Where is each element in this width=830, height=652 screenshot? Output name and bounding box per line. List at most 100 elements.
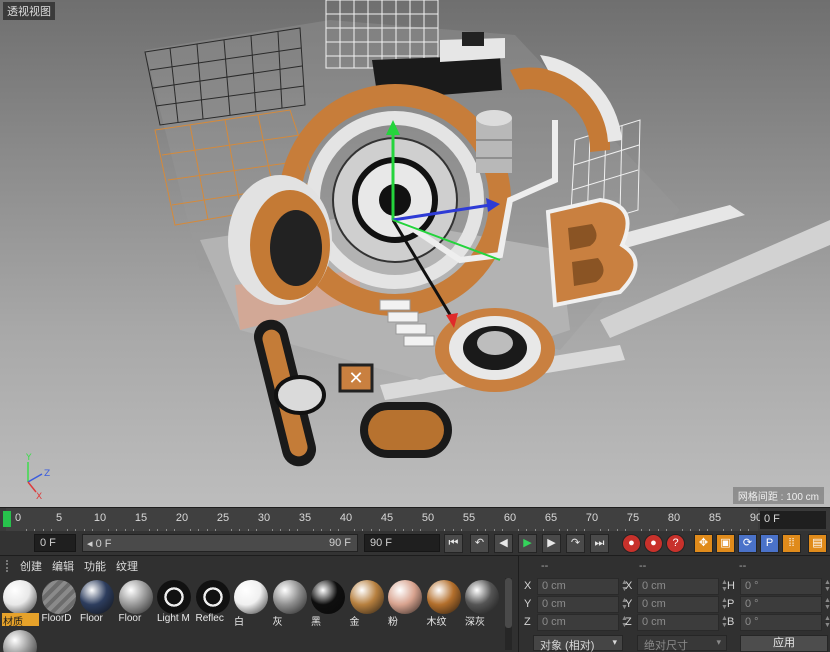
material-swatch[interactable]: Light M: [156, 578, 192, 626]
material-swatch[interactable]: Reflec: [195, 578, 231, 626]
position-axis-label: Z: [524, 616, 531, 628]
coordinate-mode-dropdown[interactable]: 对象 (相对) ▾: [533, 635, 623, 652]
panel-grip-icon[interactable]: [6, 560, 10, 572]
material-swatch-partial[interactable]: [2, 628, 38, 652]
size-value-field[interactable]: 0 cm: [637, 596, 719, 613]
record-key-button[interactable]: ●: [622, 534, 641, 553]
material-label: 白: [234, 617, 244, 626]
material-swatch[interactable]: 灰: [272, 578, 308, 626]
material-menu-item[interactable]: 创建: [20, 558, 42, 574]
material-swatch[interactable]: Floor: [118, 578, 154, 626]
preview-range-slider[interactable]: ◂ 0 F 90 F: [82, 534, 358, 552]
axis-z-label: Z: [44, 469, 50, 479]
material-menu-item[interactable]: 编辑: [52, 558, 74, 574]
material-swatch[interactable]: 深灰: [464, 578, 500, 626]
timeline-tick-label: 50: [421, 512, 435, 524]
material-preview-sphere: [349, 580, 384, 614]
playhead[interactable]: [3, 511, 11, 527]
point-level-icon[interactable]: ⁞⁞: [782, 534, 801, 553]
size-value-field[interactable]: 0 cm: [637, 578, 719, 595]
material-label: 材质: [2, 613, 39, 626]
next-frame-button[interactable]: ▶: [542, 534, 561, 553]
timeline-tick-label: 5: [55, 512, 63, 524]
rotation-value-field[interactable]: 0 °: [740, 578, 822, 595]
material-menu-item[interactable]: 纹理: [116, 558, 138, 574]
material-preview-sphere: [311, 580, 345, 614]
size-mode-dropdown[interactable]: 绝对尺寸 ▾: [637, 635, 727, 652]
size-axis-label: Z: [625, 616, 632, 628]
material-menu-bar: 创建 编辑 功能 纹理: [0, 556, 518, 576]
material-label: 灰: [272, 617, 283, 626]
size-axis-label: Y: [625, 598, 633, 610]
move-key-icon[interactable]: ✥: [694, 534, 713, 553]
scrollbar-thumb[interactable]: [505, 578, 512, 628]
position-value-field[interactable]: 0 cm: [537, 596, 619, 613]
material-preview-sphere: [426, 580, 461, 614]
material-manager: 创建 编辑 功能 纹理 材质 FloorD Floor Floor Light M Reflec…: [0, 555, 518, 652]
material-scrollbar[interactable]: [505, 578, 512, 650]
material-swatch[interactable]: Floor: [79, 578, 115, 626]
go-to-end-button[interactable]: ⏭: [590, 534, 609, 553]
spinner-arrows-icon[interactable]: ▲ ▼: [824, 615, 830, 630]
viewport-title[interactable]: 透视视图: [3, 2, 55, 20]
material-preview-sphere: [157, 580, 191, 614]
range-start-label: ◂ 0 F: [87, 538, 112, 550]
timeline-window-icon[interactable]: ▤: [808, 534, 827, 553]
rotation-value-field[interactable]: 0 °: [740, 596, 822, 613]
timeline-ruler[interactable]: 0 5 10 15 20 25 30 35 40 45 50 55 60 65 70 75 80 85 90: [6, 508, 762, 532]
prev-frame-button[interactable]: ◀: [494, 534, 513, 553]
scale-key-icon[interactable]: ▣: [716, 534, 735, 553]
next-key-button[interactable]: ↷: [566, 534, 585, 553]
material-preview-sphere: [3, 580, 37, 614]
timeline-tick-label: 25: [216, 512, 230, 524]
material-label: 金: [349, 617, 360, 626]
spinner-arrows-icon[interactable]: ▲ ▼: [824, 579, 830, 594]
size-value-field[interactable]: 0 cm: [637, 614, 719, 631]
material-label: Reflec: [195, 613, 224, 624]
play-button[interactable]: ▶: [518, 534, 537, 553]
rotation-value-field[interactable]: 0 °: [740, 614, 822, 631]
material-preview-sphere: [272, 580, 307, 614]
svg-text:✕: ✕: [348, 368, 363, 389]
rotation-axis-label: B: [727, 616, 735, 628]
material-swatch[interactable]: 金: [349, 578, 385, 626]
position-value-field[interactable]: 0 cm: [537, 614, 619, 631]
spinner-arrows-icon[interactable]: ▲ ▼: [824, 597, 830, 612]
material-swatch[interactable]: 黑: [310, 578, 346, 626]
material-menu-item[interactable]: 功能: [84, 558, 106, 574]
timeline-tick-label: 40: [339, 512, 353, 524]
material-swatch[interactable]: 白: [233, 578, 269, 626]
position-value-field[interactable]: 0 cm: [537, 578, 619, 595]
go-to-start-button[interactable]: ⏮: [444, 534, 463, 553]
material-list: 材质 FloorD Floor Floor Light M Reflec 白 灰 黑 金 粉 木纹 深灰: [2, 578, 502, 652]
current-frame-field[interactable]: 0 F: [760, 511, 826, 529]
timeline-tick-label: 15: [134, 512, 148, 524]
material-swatch[interactable]: 木纹: [426, 578, 462, 626]
material-preview-sphere: [234, 580, 268, 614]
start-frame-field[interactable]: 0 F: [34, 534, 76, 552]
timeline-tick-label: 80: [667, 512, 681, 524]
prev-key-button[interactable]: ↶: [470, 534, 489, 553]
range-end-label: 90 F: [328, 537, 351, 549]
material-swatch[interactable]: 材质: [2, 578, 39, 626]
end-frame-field[interactable]: 90 F: [364, 534, 440, 552]
perspective-viewport[interactable]: ✕ 透视视图 Y Z X 网格间距 : 100 cm: [0, 0, 830, 507]
material-label: FloorD: [41, 613, 72, 624]
param-key-icon[interactable]: P: [760, 534, 779, 553]
keyframe-selection-button[interactable]: ?: [666, 534, 685, 553]
rotation-axis-label: P: [727, 598, 735, 610]
rotation-column-head: --: [739, 560, 747, 572]
material-preview-sphere: [41, 580, 76, 614]
chevron-down-icon: ▾: [612, 637, 617, 647]
apply-button[interactable]: 应用: [740, 635, 828, 652]
autokey-button[interactable]: ●: [644, 534, 663, 553]
material-swatch[interactable]: 粉: [387, 578, 423, 626]
material-label: Floor: [118, 613, 142, 624]
material-swatch[interactable]: FloorD: [41, 578, 77, 626]
material-preview-sphere: [3, 630, 37, 652]
timeline-tick-label: 60: [503, 512, 517, 524]
rotate-key-icon[interactable]: ⟳: [738, 534, 757, 553]
timeline-tick-label: 45: [380, 512, 394, 524]
timeline[interactable]: 0 5 10 15 20 25 30 35 40 45 50 55 60 65 70 75 80 85 90 0 F: [0, 507, 830, 532]
position-axis-label: X: [524, 580, 532, 592]
